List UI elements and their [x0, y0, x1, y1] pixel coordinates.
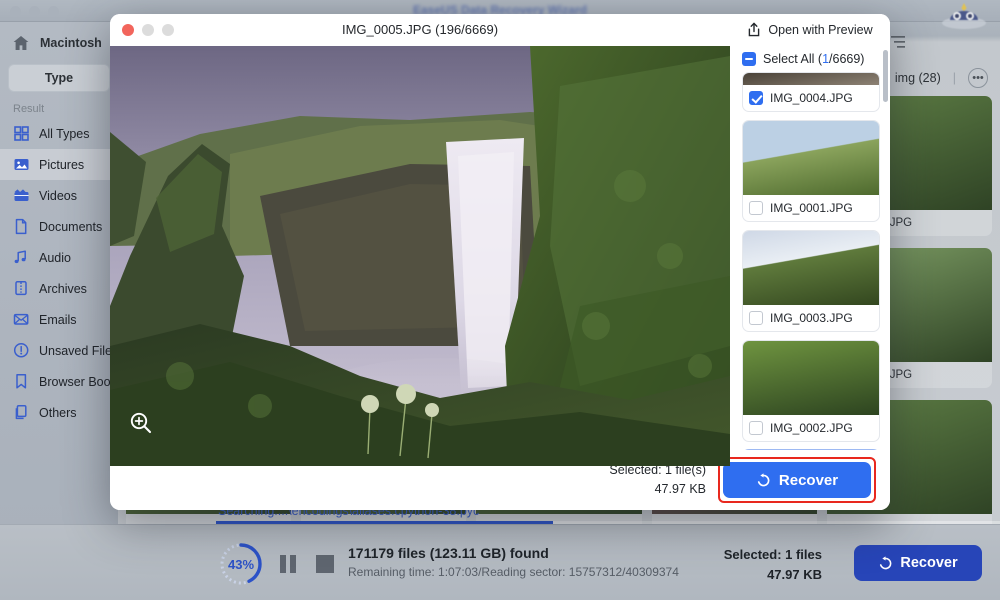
modal-selected-size: 47.97 KB — [654, 482, 706, 496]
bookmark-icon — [13, 373, 30, 390]
sidebar-item-label: Pictures — [39, 157, 85, 172]
sidebar-item-label: Archives — [39, 281, 87, 296]
unsaved-icon — [13, 342, 30, 359]
sidebar-item-label: Others — [39, 405, 77, 420]
video-icon — [13, 187, 30, 204]
modal-titlebar: IMG_0005.JPG (196/6669) Open with Previe… — [110, 14, 890, 46]
audio-icon — [13, 249, 30, 266]
sidebar-item-label: Documents — [39, 219, 103, 234]
sidebar-item-label: Audio — [39, 250, 71, 265]
file-checkbox[interactable] — [749, 421, 763, 435]
sidebar-nav: All Types Pictures Videos Documents Audio Arc… — [0, 118, 151, 428]
archive-icon — [13, 280, 30, 297]
home-icon — [13, 36, 29, 50]
sidebar-item-label: Videos — [39, 188, 77, 203]
folder-label: img (28) — [894, 71, 941, 85]
open-with-preview-button[interactable]: Open with Preview — [730, 14, 890, 46]
file-thumbnail — [743, 231, 879, 305]
sidebar-item-label: Unsaved Files — [39, 343, 119, 358]
recover-button[interactable]: Recover — [854, 545, 982, 581]
sidebar-item-unsaved-files[interactable]: Unsaved Files — [0, 335, 118, 366]
sidebar-item-label: Emails — [39, 312, 77, 327]
sidebar-home-row[interactable]: Macintosh — [0, 22, 118, 52]
sidebar: Macintosh Type Result All Types Pictures V… — [0, 22, 151, 600]
file-list[interactable]: IMG_0004.JPG IMG_0001.JPG IMG_0003.JPG IMG_… — [730, 72, 890, 450]
selected-size-label: 47.97 KB — [767, 567, 822, 582]
file-name-label: IMG_0001.JPG — [770, 201, 853, 215]
sidebar-item-audio[interactable]: Audio — [0, 242, 118, 273]
sidebar-item-pictures[interactable]: Pictures — [0, 149, 118, 180]
stop-icon[interactable] — [316, 555, 334, 573]
file-thumbnail — [743, 73, 879, 85]
status-bar: 43% 171179 files (123.11 GB) found Remai… — [0, 524, 1000, 600]
preview-pane[interactable] — [110, 46, 730, 466]
sidebar-item-archives[interactable]: Archives — [0, 273, 118, 304]
restore-icon — [880, 555, 892, 569]
file-name-label: IMG_0003.JPG — [770, 311, 853, 325]
select-all-checkbox[interactable] — [742, 52, 756, 66]
zoom-in-icon[interactable] — [128, 410, 154, 436]
file-list-item[interactable]: IMG_0004.JPG — [742, 72, 880, 112]
sidebar-item-others[interactable]: Others — [0, 397, 118, 428]
sidebar-item-browser-bookmarks[interactable]: Browser Bookmarks — [0, 366, 151, 397]
files-found-label: 171179 files (123.11 GB) found — [348, 545, 549, 561]
file-list-pane: Select All (1/6669) IMG_0004.JPG IMG_0001… — [730, 46, 890, 450]
type-button[interactable]: Type — [8, 64, 110, 92]
file-list-item[interactable]: IMG_0003.JPG — [742, 230, 880, 332]
file-list-item[interactable]: IMG_0002.JPG — [742, 340, 880, 442]
others-icon — [13, 404, 30, 421]
scan-info: 171179 files (123.11 GB) found Remaining… — [348, 545, 679, 579]
modal-titlebar-left: IMG_0005.JPG (196/6669) — [110, 14, 730, 46]
file-thumbnail — [743, 121, 879, 195]
open-with-preview-label: Open with Preview — [768, 23, 873, 37]
document-icon — [13, 218, 30, 235]
sidebar-item-videos[interactable]: Videos — [0, 180, 118, 211]
file-thumbnail — [743, 341, 879, 415]
recover-highlight: Recover — [718, 457, 876, 503]
sidebar-item-emails[interactable]: Emails — [0, 304, 118, 335]
selected-count-label: Selected: 1 files — [723, 547, 822, 562]
modal-recover-button[interactable]: Recover — [723, 462, 871, 498]
status-selection-info: Selected: 1 files 47.97 KB — [724, 547, 822, 582]
file-checkbox[interactable] — [749, 201, 763, 215]
screen: EaseUS Data Recovery Wizard Macintosh Ty… — [0, 0, 1000, 600]
image-preview-modal: IMG_0005.JPG (196/6669) Open with Previe… — [110, 14, 890, 510]
file-name-label: IMG_0004.JPG — [770, 91, 853, 105]
email-icon — [13, 311, 30, 328]
pause-icon[interactable] — [280, 555, 298, 573]
file-name-label: IMG_0002.JPG — [770, 421, 853, 435]
share-icon — [749, 22, 760, 37]
select-all-row[interactable]: Select All (1/6669) — [730, 46, 890, 72]
detail-view-icon[interactable] — [888, 32, 908, 52]
progress-percent-label: 43% — [227, 556, 255, 572]
modal-body: Select All (1/6669) IMG_0004.JPG IMG_0001… — [110, 46, 890, 466]
restore-icon — [757, 472, 770, 486]
sidebar-item-all-types[interactable]: All Types — [0, 118, 118, 149]
remaining-time-label: Remaining time: 1:07:03/Reading sector: … — [348, 565, 679, 579]
sidebar-item-label: All Types — [39, 126, 90, 141]
progress-ring: 43% — [218, 541, 264, 587]
preview-image — [110, 46, 730, 466]
modal-selection-info: Selected: 1 file(s) 47.97 KB — [609, 461, 706, 499]
modal-recover-label: Recover — [778, 471, 839, 489]
file-checkbox[interactable] — [749, 311, 763, 325]
grid-icon — [13, 125, 30, 142]
file-list-item[interactable]: IMG_0001.JPG — [742, 120, 880, 222]
file-list-scrollbar[interactable] — [883, 50, 888, 102]
ellipsis-icon[interactable]: ••• — [968, 68, 988, 88]
select-all-label: Select All (1/6669) — [763, 52, 865, 66]
sidebar-item-documents[interactable]: Documents — [0, 211, 118, 242]
modal-title: IMG_0005.JPG (196/6669) — [341, 22, 499, 37]
result-header: Result — [13, 103, 45, 115]
drive-label: Macintosh — [40, 36, 102, 50]
picture-icon — [13, 156, 30, 173]
file-checkbox[interactable] — [749, 91, 763, 105]
recover-button-label: Recover — [900, 555, 958, 571]
